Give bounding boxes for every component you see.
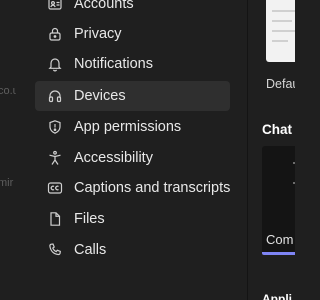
section-heading: Appli <box>262 292 292 300</box>
nav-item-accounts[interactable]: Accounts <box>35 0 230 19</box>
background-text-fragment: mir <box>0 177 14 189</box>
nav-label: App permissions <box>74 119 182 135</box>
nav-label: Devices <box>74 88 126 104</box>
cc-icon <box>47 180 63 196</box>
chat-section-heading: Chat <box>262 122 292 137</box>
nav-item-calls[interactable]: Calls <box>35 235 230 265</box>
nav-label: Calls <box>74 242 107 258</box>
nav-label: Accessibility <box>74 150 153 166</box>
nav-item-devices[interactable]: Devices <box>35 81 230 111</box>
nav-label: Notifications <box>74 56 153 72</box>
nav-item-notifications[interactable]: Notifications <box>35 49 230 79</box>
background-window-strip: co.u mir <box>0 0 16 300</box>
accessibility-icon <box>47 150 63 166</box>
headset-icon <box>47 88 63 104</box>
nav-label: Privacy <box>74 26 122 42</box>
nav-item-accessibility[interactable]: Accessibility <box>35 143 230 173</box>
file-icon <box>47 211 63 227</box>
selection-accent-bar <box>262 252 295 255</box>
background-text-fragment: co.u <box>0 85 16 97</box>
phone-icon <box>47 242 63 258</box>
nav-item-captions-and-transcripts[interactable]: Captions and transcripts <box>35 173 230 203</box>
settings-content-pane: Defau Chat Com Appli <box>248 0 295 300</box>
theme-preview-card[interactable] <box>266 0 295 62</box>
accounts-icon <box>47 0 63 12</box>
lock-icon <box>47 26 63 42</box>
chat-compact-label: Com <box>266 232 294 247</box>
bell-icon <box>47 56 63 72</box>
nav-item-app-permissions[interactable]: App permissions <box>35 112 230 142</box>
nav-item-privacy[interactable]: Privacy <box>35 19 230 49</box>
nav-label: Captions and transcripts <box>74 180 231 196</box>
nav-label: Accounts <box>74 0 134 12</box>
shield-icon <box>47 119 63 135</box>
nav-label: Files <box>74 211 105 227</box>
nav-item-files[interactable]: Files <box>35 204 230 234</box>
theme-default-label: Defau <box>266 77 295 91</box>
